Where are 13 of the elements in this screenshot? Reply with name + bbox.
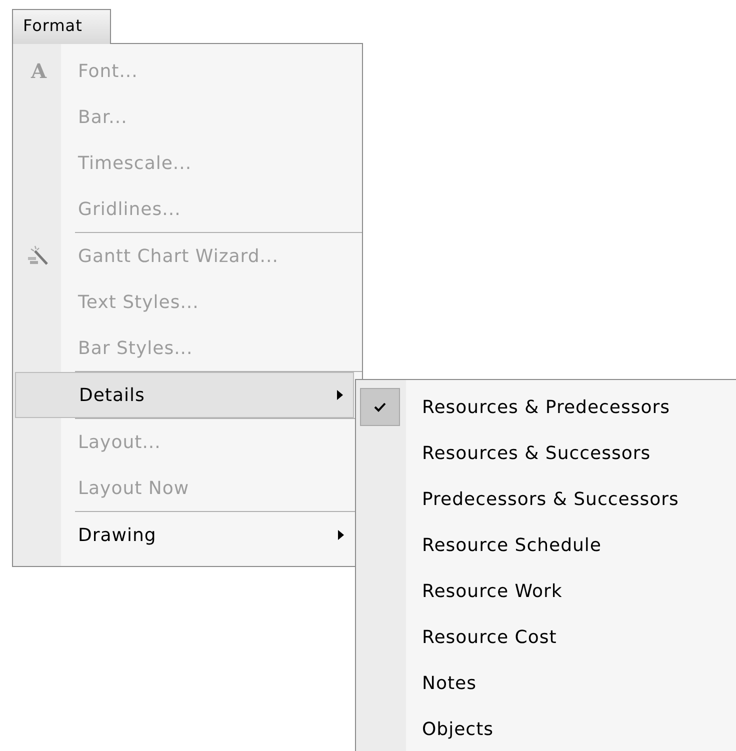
submenu-item[interactable]: Resource Work <box>356 568 736 614</box>
format-menu-title[interactable]: Format <box>12 9 111 44</box>
letter-icon: A <box>31 61 48 81</box>
submenu-item[interactable]: Resources & Predecessors <box>356 384 736 430</box>
submenu-item[interactable]: Resources & Successors <box>356 430 736 476</box>
submenu-item[interactable]: Notes <box>356 660 736 706</box>
submenu-item[interactable]: Predecessors & Successors <box>356 476 736 522</box>
submenu-item[interactable]: Resource Cost <box>356 614 736 660</box>
menu-item[interactable]: Drawing <box>15 512 354 558</box>
submenu-item[interactable]: Objects <box>356 706 736 751</box>
menu-item[interactable]: Details <box>15 372 354 418</box>
submenu-item[interactable]: Resource Schedule <box>356 522 736 568</box>
magic-wand-icon <box>27 245 49 267</box>
